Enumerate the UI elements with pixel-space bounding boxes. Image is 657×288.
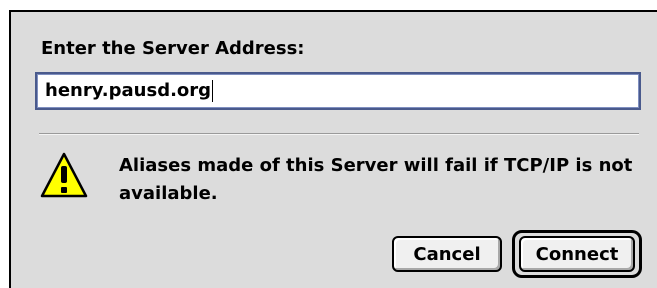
window-title-strip — [0, 0, 657, 10]
server-address-prompt: Enter the Server Address: — [41, 38, 305, 59]
text-caret — [212, 80, 214, 102]
caution-triangle-icon — [40, 152, 88, 198]
tcpip-alias-warning: Aliases made of this Server will fail if… — [119, 155, 633, 204]
server-address-value: henry.pausd.org — [45, 80, 212, 101]
connect-button[interactable]: Connect — [519, 236, 635, 272]
connect-to-server-dialog: Enter the Server Address: henry.pausd.or… — [9, 10, 657, 288]
cancel-button[interactable]: Cancel — [392, 236, 502, 272]
divider — [39, 133, 639, 135]
server-address-input[interactable]: henry.pausd.org — [35, 72, 641, 110]
